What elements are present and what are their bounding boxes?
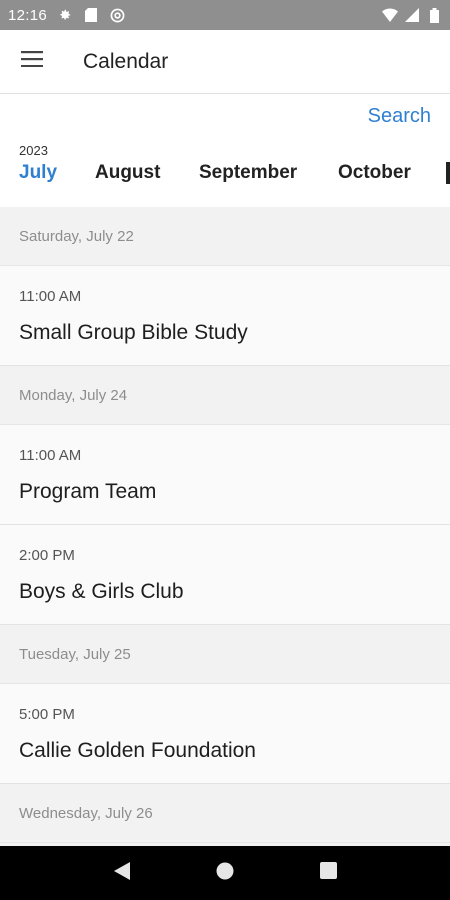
month-tab-september[interactable]: September xyxy=(199,162,297,184)
status-time: 12:16 xyxy=(8,6,48,24)
app-bar: Calendar xyxy=(0,30,450,94)
back-icon xyxy=(113,861,130,885)
event-item[interactable]: 11:00 AM Small Group Bible Study xyxy=(0,266,450,366)
event-title: Callie Golden Foundation xyxy=(19,739,256,762)
menu-button[interactable] xyxy=(0,30,64,94)
event-time: 11:00 AM xyxy=(19,447,82,464)
home-icon xyxy=(216,862,234,885)
battery-icon xyxy=(426,7,442,23)
recents-icon xyxy=(319,862,337,884)
month-tab-partial xyxy=(446,162,450,184)
event-title: Program Team xyxy=(19,480,157,503)
search-button[interactable]: Search xyxy=(368,105,431,128)
home-button[interactable] xyxy=(205,853,245,893)
back-button[interactable] xyxy=(102,853,142,893)
event-item[interactable]: 11:00 AM Program Team xyxy=(0,425,450,525)
event-item[interactable]: 5:00 PM Callie Golden Foundation xyxy=(0,684,450,784)
event-time: 5:00 PM xyxy=(19,706,75,723)
month-tab-october[interactable]: October xyxy=(338,162,411,184)
event-title: Boys & Girls Club xyxy=(19,580,184,603)
date-header: Tuesday, July 25 xyxy=(0,625,450,684)
wifi-icon xyxy=(382,7,398,23)
sd-card-icon xyxy=(83,7,99,23)
status-bar: 12:16 xyxy=(0,0,450,30)
signal-icon xyxy=(404,7,420,23)
event-time: 2:00 PM xyxy=(19,547,75,564)
page-title: Calendar xyxy=(83,49,169,73)
event-time: 11:00 AM xyxy=(19,288,82,305)
at-sign-icon xyxy=(109,7,125,23)
year-label: 2023 xyxy=(19,143,48,158)
status-right xyxy=(382,7,442,23)
month-selector: Search 2023 July August September Octobe… xyxy=(0,94,450,207)
date-header: Saturday, July 22 xyxy=(0,207,450,266)
month-tab-july[interactable]: July xyxy=(19,162,57,184)
date-header: Monday, July 24 xyxy=(0,366,450,425)
status-left: 12:16 xyxy=(8,7,125,24)
recents-button[interactable] xyxy=(308,853,348,893)
date-header: Wednesday, July 26 xyxy=(0,784,450,843)
event-item[interactable]: 2:00 PM Boys & Girls Club xyxy=(0,525,450,625)
gear-icon xyxy=(57,7,73,23)
event-list[interactable]: Saturday, July 22 11:00 AM Small Group B… xyxy=(0,207,450,846)
navigation-bar xyxy=(0,846,450,900)
screen: 12:16 Calendar Search 2023 July August S… xyxy=(0,0,450,900)
menu-icon xyxy=(21,51,43,72)
event-title: Small Group Bible Study xyxy=(19,321,248,344)
month-tab-august[interactable]: August xyxy=(95,162,160,184)
